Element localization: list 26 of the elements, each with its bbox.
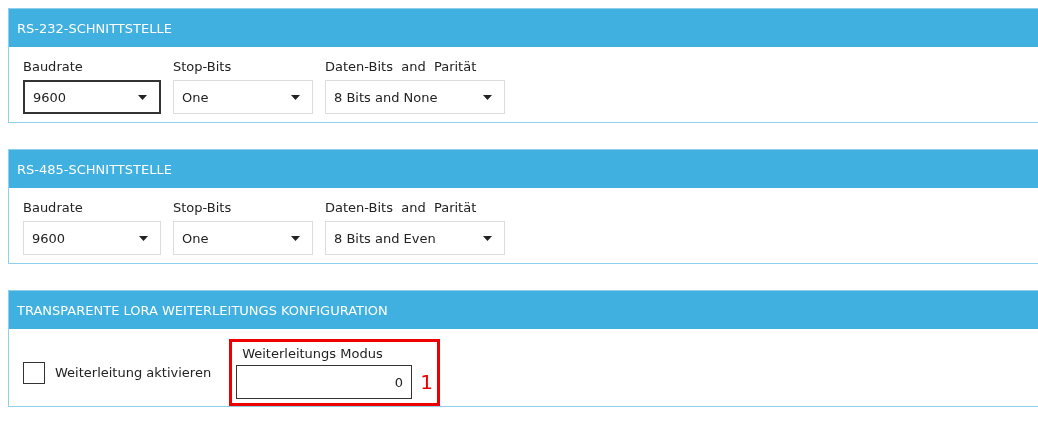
field-label: Daten-Bits and Parität xyxy=(325,59,478,74)
panel-title: TRANSPARENTE LORA WEITERLEITUNGS KONFIGURATION xyxy=(9,291,1038,329)
dropdown[interactable]: One xyxy=(173,221,313,255)
checkbox-label: Weiterleitung aktivieren xyxy=(55,365,212,380)
panel-title: RS-232-SCHNITTSTELLE xyxy=(9,9,1038,47)
caret-icon xyxy=(483,94,492,100)
checkbox[interactable] xyxy=(23,361,45,384)
caret-icon xyxy=(138,94,147,100)
dropdown[interactable]: One xyxy=(173,80,313,114)
caret-icon xyxy=(291,94,300,100)
callout-number: 1 xyxy=(420,370,433,394)
dropdown[interactable]: 9600 xyxy=(23,80,161,114)
field-label: Daten-Bits and Parität xyxy=(325,200,478,215)
dropdown[interactable]: 8 Bits and None xyxy=(325,80,505,114)
field-label: Stop-Bits xyxy=(173,200,233,215)
dropdown[interactable]: 8 Bits and Even xyxy=(325,221,505,255)
caret-icon xyxy=(291,235,300,241)
caret-icon xyxy=(139,235,148,241)
panel-title: RS-485-SCHNITTSTELLE xyxy=(9,150,1038,188)
field-label: Baudrate xyxy=(23,59,84,74)
dropdown[interactable]: 9600 xyxy=(23,221,161,255)
caret-icon xyxy=(483,235,492,241)
field-label: Baudrate xyxy=(23,200,84,215)
number-field[interactable]: 0 xyxy=(236,365,413,399)
field-label: Weiterleitungs Modus xyxy=(241,346,384,361)
field-label: Stop-Bits xyxy=(173,59,233,74)
